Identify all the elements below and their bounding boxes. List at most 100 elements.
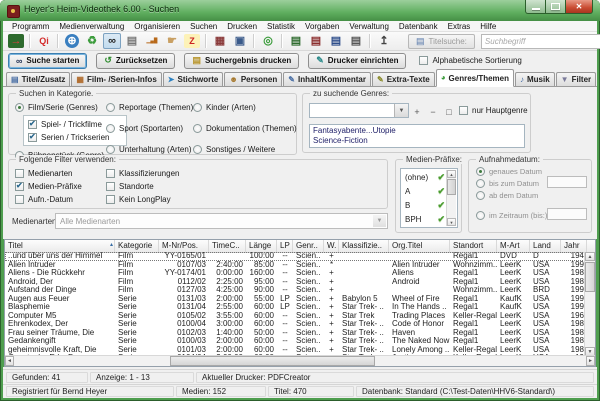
genre-combobox[interactable]: ▼ — [309, 103, 409, 118]
cd-icon[interactable]: ◎ — [259, 33, 277, 49]
tab-inhalt-kommentar[interactable]: ✎Inhalt/Kommentar — [283, 72, 371, 86]
prefix-item-bph[interactable]: BPH✔ — [402, 212, 447, 226]
checkbox-standorte[interactable]: Standorte — [106, 181, 179, 191]
upload-print-icon[interactable]: ↥ — [375, 33, 393, 49]
genre-add-button[interactable]: + — [409, 104, 425, 119]
scroll-down-icon[interactable]: ▼ — [447, 218, 456, 226]
radio-unterhaltung-arten[interactable]: Unterhaltung (Arten) — [106, 144, 193, 154]
column-header-klassifizie[interactable]: Klassifizie.. — [339, 240, 389, 252]
radio-sport-sportarten[interactable]: Sport (Sportarten) — [106, 123, 193, 133]
tv-icon[interactable]: ▣ — [231, 33, 249, 49]
genre-remove-button[interactable]: − — [425, 104, 441, 119]
suchergebnis-drucken-button[interactable]: ▤Suchergebnis drucken — [184, 53, 299, 69]
vertical-scrollbar[interactable]: ▲ ▼ — [584, 252, 595, 356]
radio-dokumentation-themen[interactable]: Dokumentation (Themen) — [193, 123, 297, 133]
table-row[interactable]: Computer M5Serie0105/023:55:0060:00--Sci… — [5, 312, 585, 321]
radio-genaues-datum[interactable]: genaues Datum — [476, 166, 542, 176]
tab-personen[interactable]: ☻Personen — [224, 72, 282, 86]
scroll-up-icon[interactable]: ▲ — [585, 252, 595, 261]
column-header-titel[interactable]: Titel▴ — [5, 240, 115, 252]
db-delete-icon[interactable]: ▤ — [307, 33, 325, 49]
tab-film-serien-infos[interactable]: ▦Film- /Serien-Infos — [71, 72, 161, 86]
table-row[interactable]: Aufstand der DingeFilm0127/034:25:0090:0… — [5, 286, 585, 295]
column-header-m-nr-pos[interactable]: M-Nr/Pos. — [159, 240, 209, 252]
suche-starten-button[interactable]: ∞Suche starten — [8, 53, 87, 69]
checkbox-medienarten[interactable]: Medienarten — [15, 168, 82, 178]
horizontal-scrollbar[interactable]: ◄ ► — [5, 355, 595, 366]
menu-vorgaben[interactable]: Vorgaben — [300, 22, 344, 31]
menu-medienverwaltung[interactable]: Medienverwaltung — [54, 22, 129, 31]
date-input[interactable] — [547, 208, 587, 220]
column-header-lp[interactable]: LP — [277, 240, 293, 252]
scrollbar-thumb[interactable] — [585, 262, 595, 292]
prefix-item-ohne[interactable]: (ohne)✔ — [402, 170, 447, 184]
menu-organisieren[interactable]: Organisieren — [129, 22, 185, 31]
checkbox-klassifizierungen[interactable]: Klassifizierungen — [106, 168, 179, 178]
table-row[interactable]: Alien IntruderFilm0107/032:40:0085:00--S… — [5, 261, 585, 270]
medienarten-combobox[interactable]: Alle Medienarten ▼ — [55, 213, 388, 229]
table-row[interactable]: Ehrenkodex, DerSerie0100/043:00:0060:00-… — [5, 320, 585, 329]
prefix-item-b[interactable]: B✔ — [402, 198, 447, 212]
statistics-icon[interactable]: ▁▄█ — [143, 33, 161, 49]
column-header-jahr[interactable]: Jahr — [561, 240, 587, 252]
checkbox-medien-präfixe[interactable]: Medien-Präfixe — [15, 181, 82, 191]
table-row[interactable]: ..und über uns der HimmelFilmYY-0165/011… — [5, 252, 585, 261]
organize-icon[interactable]: ♻ — [83, 33, 101, 49]
column-header-länge[interactable]: Länge — [246, 240, 277, 252]
db-backup-icon[interactable]: ▤ — [347, 33, 365, 49]
close-button[interactable]: ✕ — [566, 0, 593, 14]
scroll-right-icon[interactable]: ► — [586, 356, 595, 366]
radio-sonstiges-weitere[interactable]: Sonstiges / Weitere — [193, 144, 297, 154]
tab-titel-zusatz[interactable]: ▤Titel/Zusatz — [6, 72, 70, 86]
radio-kinder-arten[interactable]: Kinder (Arten) — [193, 102, 297, 112]
title-search-button[interactable]: ▤ Titelsuche: — [408, 34, 475, 49]
zurücksetzen-button[interactable]: ↺Zurücksetzen — [96, 53, 175, 69]
menu-programm[interactable]: Programm — [7, 22, 54, 31]
table-row[interactable]: Augen aus FeuerSerie0131/032:00:0055:00L… — [5, 295, 585, 304]
exit-icon[interactable]: → — [8, 34, 24, 48]
table-row[interactable]: Aliens - Die RückkehrFilmYY-0174/010:00:… — [5, 269, 585, 278]
menu-extras[interactable]: Extras — [443, 22, 476, 31]
checkbox-aufn-datum[interactable]: Aufn.-Datum — [15, 194, 82, 204]
selected-genres-list[interactable]: Fantasyabente...UtopieScience-Fiction — [309, 124, 525, 148]
drucker-einrichten-button[interactable]: ✎Drucker einrichten — [308, 53, 406, 69]
radio-im-zeitraum-bis[interactable]: im Zeitraum (bis:) — [476, 210, 547, 220]
scrollbar-thumb[interactable] — [170, 356, 375, 366]
main-genre-only-checkbox[interactable]: nur Hauptgenre — [459, 105, 528, 115]
prefix-list[interactable]: (ohne)✔A✔B✔BPH✔ ▲ ▼ — [400, 168, 458, 228]
qi-logo-icon[interactable]: Qi — [35, 33, 53, 49]
chevron-down-icon[interactable]: ▼ — [373, 215, 386, 227]
column-header-timec[interactable]: TimeC.. — [209, 240, 246, 252]
column-header-land[interactable]: Land — [530, 240, 561, 252]
date-input[interactable] — [547, 176, 587, 188]
scroll-up-icon[interactable]: ▲ — [447, 170, 456, 178]
scrollbar-thumb[interactable] — [447, 179, 456, 195]
menu-hilfe[interactable]: Hilfe — [475, 22, 501, 31]
scroll-left-icon[interactable]: ◄ — [5, 356, 14, 366]
selected-genre-item[interactable]: Fantasyabente...Utopie — [313, 126, 521, 136]
checkbox-kein-longplay[interactable]: Kein LongPlay — [106, 194, 179, 204]
table-row[interactable]: geheimnisvolle Kraft, DieSerie0101/032:0… — [5, 346, 585, 355]
radio-bis-zum-datum[interactable]: bis zum Datum — [476, 178, 539, 188]
tab-musik[interactable]: ♪Musik — [515, 72, 555, 86]
column-header-standort[interactable]: Standort — [450, 240, 497, 252]
chevron-down-icon[interactable]: ▼ — [394, 104, 408, 117]
genre-clear-button[interactable]: □ — [441, 104, 457, 119]
tab-stichworte[interactable]: ➤Stichworte — [163, 72, 224, 86]
web-icon[interactable]: ⊕ — [65, 34, 79, 48]
hand-icon[interactable]: ☛ — [163, 33, 181, 49]
menu-verwaltung[interactable]: Verwaltung — [344, 22, 394, 31]
db-export-icon[interactable]: ▤ — [287, 33, 305, 49]
selected-genre-item[interactable]: Science-Fiction — [313, 136, 521, 146]
menu-suchen[interactable]: Suchen — [185, 22, 222, 31]
prefix-item-a[interactable]: A✔ — [402, 184, 447, 198]
table-row[interactable]: Android, DerFilm0112/022:25:0095:00--Sci… — [5, 278, 585, 287]
menu-datenbank[interactable]: Datenbank — [394, 22, 443, 31]
table-row[interactable]: Frau seiner Träume, DieSerie0102/031:40:… — [5, 329, 585, 338]
calendar-icon[interactable]: ▦ — [211, 33, 229, 49]
alphabetical-sort-checkbox[interactable]: Alphabetische Sortierung — [419, 56, 521, 66]
prefix-list-scrollbar[interactable]: ▲ ▼ — [446, 170, 456, 226]
table-row[interactable]: GedankengiftSerie0100/032:00:0060:00--Sc… — [5, 337, 585, 346]
search-icon[interactable]: ∞ — [103, 33, 121, 49]
menu-statistik[interactable]: Statistik — [262, 22, 300, 31]
